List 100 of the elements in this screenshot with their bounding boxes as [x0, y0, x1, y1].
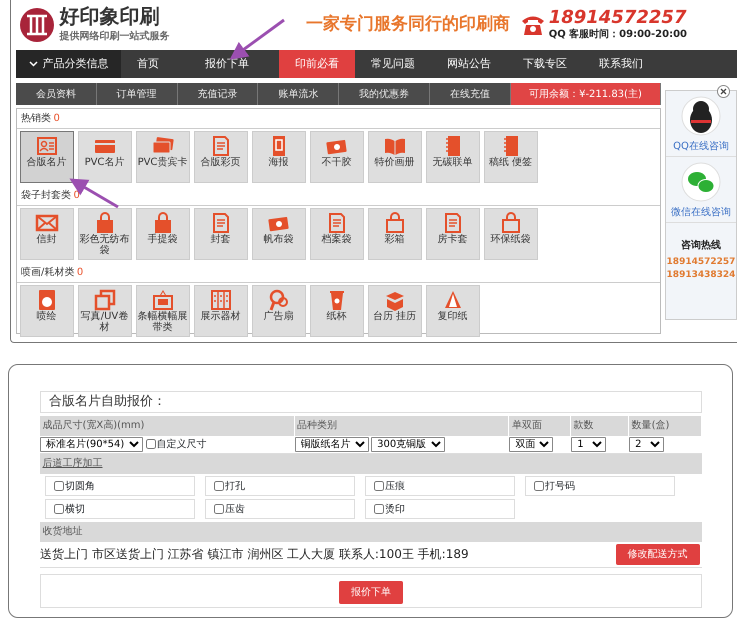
checkbox-label: 横切	[65, 502, 85, 516]
product-tile[interactable]: 台历 挂历	[368, 285, 422, 337]
product-tile[interactable]: 广告扇	[252, 285, 306, 337]
nav-item[interactable]: 联系我们	[583, 50, 659, 78]
category-title: 热销类	[21, 112, 51, 126]
checkbox-label: 压痕	[385, 480, 405, 494]
nav-item[interactable]: 网站公告	[431, 50, 507, 78]
category-count: 0	[54, 112, 60, 126]
wechat-consult-link[interactable]: 微信在线咨询	[671, 204, 731, 220]
checkbox[interactable]	[534, 481, 544, 491]
product-label: 彩色无纺布袋	[78, 235, 130, 256]
layers-icon	[92, 288, 116, 312]
product-tile[interactable]: 不干胶	[310, 131, 364, 183]
category-title: 喷画/耗材类	[21, 266, 74, 280]
nav-item[interactable]: 下载专区	[507, 50, 583, 78]
product-label: 纸杯	[326, 312, 346, 322]
product-label: 展示器材	[200, 312, 240, 322]
nav-item[interactable]: 报价下单	[175, 50, 279, 78]
paper-select[interactable]: 铜版纸名片	[294, 436, 369, 452]
balance-tab[interactable]: 可用余额：¥-211.83(主)	[510, 83, 661, 105]
product-label: 彩箱	[384, 235, 404, 246]
submit-quote-button[interactable]: 报价下单	[339, 581, 403, 604]
chevron-down-icon	[28, 61, 38, 67]
member-tab[interactable]: 我的优惠券	[339, 83, 430, 105]
product-tile[interactable]: 环保纸袋	[484, 208, 538, 260]
fan-icon	[266, 288, 290, 312]
logo-icon	[18, 7, 54, 43]
form-title: 合版名片自助报价：	[49, 393, 166, 412]
product-tile[interactable]: 彩箱	[368, 208, 422, 260]
checkbox[interactable]	[214, 481, 224, 491]
column-header: 成品尺寸(宽X高)(mm)	[42, 418, 144, 433]
product-label: 帆布袋	[264, 235, 294, 246]
product-label: 环保纸袋	[490, 235, 530, 246]
id-card-icon	[34, 134, 58, 158]
close-icon[interactable]	[717, 85, 730, 98]
checkbox-label: 自定义尺寸	[156, 438, 206, 452]
section-title: 后道工序加工	[42, 456, 102, 471]
product-label: 无碳联单	[432, 158, 472, 168]
checkbox[interactable]	[146, 439, 156, 449]
chat-bubbles-icon[interactable]	[681, 162, 721, 202]
category-count: 0	[74, 188, 80, 202]
category-menu-toggle[interactable]: 产品分类信息	[16, 50, 121, 78]
product-tile[interactable]: 复印纸	[426, 285, 480, 337]
checkbox[interactable]	[214, 504, 224, 514]
product-tile[interactable]: 档案袋	[310, 208, 364, 260]
menu-label: 产品分类信息	[42, 56, 108, 72]
styles-select[interactable]: 1	[571, 436, 606, 452]
annotation-arrow	[230, 18, 285, 60]
checkbox-label: 压齿	[225, 502, 245, 516]
product-tile[interactable]: 特价画册	[368, 131, 422, 183]
product-tile[interactable]: 海报	[252, 131, 306, 183]
product-tile[interactable]: 封套	[194, 208, 248, 260]
member-tab[interactable]: 订单管理	[96, 83, 178, 105]
nav-item[interactable]: 印前必看	[279, 50, 355, 78]
product-label: PVC名片	[84, 158, 124, 168]
hotline-number: 18913438324	[666, 269, 736, 282]
qq-consult-link[interactable]: QQ在线咨询	[673, 138, 729, 154]
product-label: 喷绘	[36, 312, 56, 322]
checkbox[interactable]	[374, 504, 384, 514]
product-tile[interactable]: 展示器材	[194, 285, 248, 337]
nav-item[interactable]: 常见问题	[355, 50, 431, 78]
nav-item[interactable]: 首页	[121, 50, 175, 78]
product-tile[interactable]: 彩色无纺布袋	[78, 208, 132, 260]
product-tile[interactable]: 条幅横幅展带类	[136, 285, 190, 337]
category-count: 0	[76, 266, 84, 280]
checkbox-label: 打孔	[225, 480, 245, 494]
product-tile[interactable]: 帆布袋	[252, 208, 306, 260]
phone-number: 18914572257	[548, 8, 687, 26]
product-label: 封套	[210, 235, 230, 246]
product-label: 条幅横幅展带类	[136, 312, 188, 333]
product-tile[interactable]: 稿纸 便签	[484, 131, 538, 183]
product-label: 写真/UV卷材	[80, 312, 130, 333]
product-tile[interactable]: 信封	[20, 208, 74, 260]
quantity-select[interactable]: 2	[629, 436, 664, 452]
site-title: 好印象印刷	[60, 6, 160, 26]
checkbox[interactable]	[54, 504, 64, 514]
column-header: 品种类别	[297, 418, 338, 433]
product-tile[interactable]: PVC贵宾卡	[136, 131, 190, 183]
shelf-icon	[208, 288, 232, 312]
checkbox[interactable]	[374, 481, 384, 491]
avatar-icon[interactable]	[681, 96, 721, 136]
product-tile[interactable]: 手提袋	[136, 208, 190, 260]
product-tile[interactable]: 写真/UV卷材	[78, 285, 132, 337]
member-tab[interactable]: 账单流水	[258, 83, 340, 105]
checkbox[interactable]	[54, 481, 64, 491]
member-tab[interactable]: 会员资料	[16, 83, 97, 105]
product-tile[interactable]: 合版彩页	[194, 131, 248, 183]
change-delivery-button[interactable]: 修改配送方式	[616, 544, 700, 564]
product-tile[interactable]: 纸杯	[310, 285, 364, 337]
product-tile[interactable]: 喷绘	[20, 285, 74, 337]
sides-select[interactable]: 双面	[509, 436, 554, 452]
product-tile[interactable]: 房卡套	[426, 208, 480, 260]
product-label: 广告扇	[264, 312, 294, 322]
product-tile[interactable]: PVC名片	[78, 131, 132, 183]
size-select[interactable]: 标准名片(90*54)	[40, 436, 143, 452]
weight-select[interactable]: 300克铜版	[371, 436, 446, 452]
product-tile[interactable]: 合版名片	[20, 131, 74, 183]
member-tab[interactable]: 充值记录	[178, 83, 258, 105]
product-label: 海报	[268, 158, 288, 168]
product-tile[interactable]: 无碳联单	[426, 131, 480, 183]
